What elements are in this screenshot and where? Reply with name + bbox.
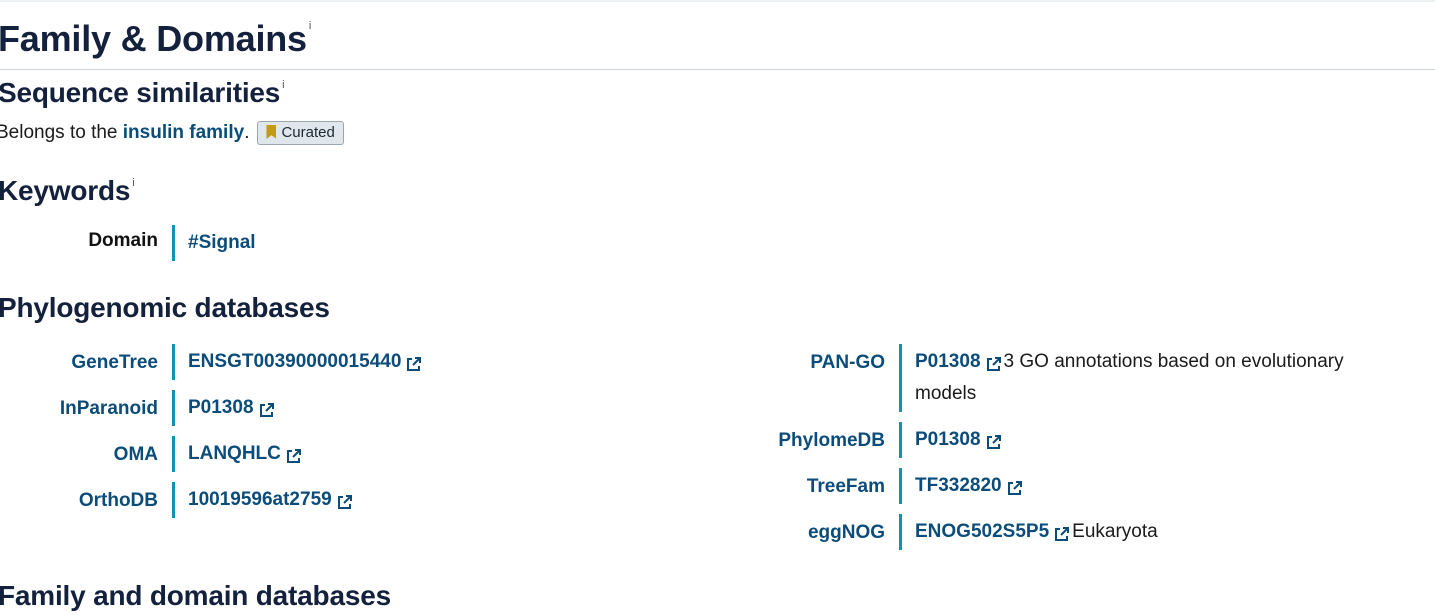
keyword-label: Domain [88, 230, 158, 251]
keyword-value: #Signal [172, 225, 256, 261]
external-link-icon[interactable] [1054, 526, 1070, 541]
external-link-icon[interactable] [259, 402, 274, 417]
top-divider [0, 0, 1435, 2]
db-row-orthodb: OrthoDB 10019596at2759 [0, 482, 352, 518]
db-label: PAN-GO [810, 352, 885, 373]
treefam-link[interactable]: TF332820 [915, 475, 1002, 496]
db-value: TF332820 [899, 468, 1022, 504]
external-link-icon[interactable] [986, 434, 1001, 449]
db-label: eggNOG [807, 522, 885, 543]
db-label: OrthoDB [78, 490, 158, 511]
info-icon[interactable]: i [282, 79, 284, 91]
family-domain-heading: Family and domain databases [0, 580, 391, 611]
insulin-family-link[interactable]: insulin family [123, 122, 244, 143]
db-value: P01308 [172, 390, 274, 426]
section-divider [0, 69, 1435, 70]
external-link-icon[interactable] [1007, 480, 1022, 495]
phylogenomic-heading: Phylogenomic databases [0, 292, 330, 323]
bookmark-icon [266, 125, 277, 139]
external-link-icon[interactable] [406, 356, 422, 371]
db-value: P01308 3 GO annotations based on evolutio… [899, 344, 1369, 412]
db-row-genetree: GeneTree ENSGT00390000015440 [0, 344, 422, 380]
oma-link[interactable]: LANQHLC [188, 443, 281, 464]
db-row-inparanoid: InParanoid P01308 [0, 390, 274, 426]
db-row-pango: PAN-GO P01308 3 GO annotations based on e… [727, 344, 1369, 412]
similarity-text: Belongs to the insulin family. Curated [0, 121, 344, 146]
keyword-row: Domain #Signal [0, 225, 256, 261]
db-value: ENSGT00390000015440 [172, 344, 422, 380]
curated-badge[interactable]: Curated [257, 121, 344, 145]
orthodb-link[interactable]: 10019596at2759 [188, 489, 332, 510]
signal-keyword-link[interactable]: #Signal [188, 232, 256, 253]
pango-link[interactable]: P01308 [915, 351, 981, 372]
db-label: PhylomeDB [778, 430, 885, 451]
db-row-oma: OMA LANQHLC [0, 436, 301, 472]
db-label: GeneTree [71, 352, 158, 373]
db-value: 10019596at2759 [172, 482, 352, 518]
genetree-link[interactable]: ENSGT00390000015440 [188, 351, 401, 372]
info-icon[interactable]: i [309, 20, 311, 32]
phylomedb-link[interactable]: P01308 [915, 429, 981, 450]
eggnog-link[interactable]: ENOG502S5P5 [915, 521, 1049, 542]
db-row-treefam: TreeFam TF332820 [727, 468, 1022, 504]
section-title: Family & Domains i [0, 18, 312, 59]
external-link-icon[interactable] [337, 494, 352, 509]
db-value: ENOG502S5P5 Eukaryota [899, 514, 1158, 550]
db-row-phylomedb: PhylomeDB P01308 [727, 422, 1001, 458]
db-label: TreeFam [806, 476, 885, 497]
db-label: InParanoid [59, 398, 158, 419]
eggnog-note: Eukaryota [1072, 521, 1158, 542]
sequence-similarities-heading: Sequence similarities i [0, 77, 285, 108]
keywords-heading: Keywords i [0, 175, 135, 206]
db-value: LANQHLC [172, 436, 301, 472]
db-value: P01308 [899, 422, 1001, 458]
db-row-eggnog: eggNOG ENOG502S5P5 Eukaryota [727, 514, 1158, 550]
external-link-icon[interactable] [986, 356, 1001, 371]
external-link-icon[interactable] [286, 448, 301, 463]
inparanoid-link[interactable]: P01308 [188, 397, 254, 418]
db-label: OMA [113, 444, 158, 465]
info-icon[interactable]: i [132, 177, 134, 189]
